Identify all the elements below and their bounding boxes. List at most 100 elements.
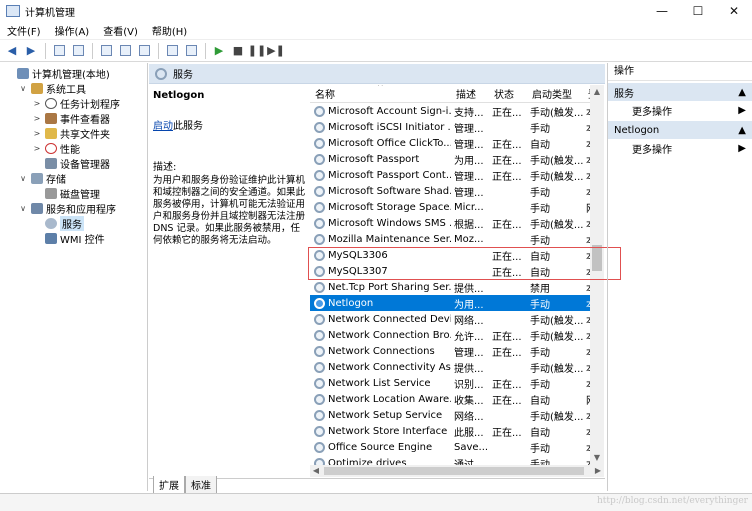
tree-shared-folders[interactable]: > 共享文件夹	[0, 126, 147, 141]
menu-file[interactable]: 文件(F)	[0, 23, 48, 38]
service-row[interactable]: Microsoft iSCSI Initiator ...管理...手动本	[310, 119, 604, 135]
service-row[interactable]: Microsoft Windows SMS ... 根据... 正在... 手动(触发…	[310, 215, 604, 231]
menu-help[interactable]: 帮助(H)	[145, 23, 194, 38]
close-button[interactable]: ✕	[716, 0, 752, 22]
tree-services-apps[interactable]: ∨ 服务和应用程序	[0, 201, 147, 216]
scroll-down-icon[interactable]: ▼	[590, 451, 604, 465]
service-gear-icon	[314, 329, 325, 341]
show-action-pane-icon[interactable]	[182, 42, 200, 60]
tree-disk-management[interactable]: 磁盘管理	[0, 186, 147, 201]
service-row[interactable]: Microsoft Storage Space...Micr...手动网	[310, 199, 604, 215]
pause-service-icon[interactable]: ❚❚	[248, 42, 266, 60]
service-row[interactable]: Office Source EngineSave...手动本	[310, 439, 604, 455]
service-name: Network Connectivity Ass...	[328, 361, 451, 373]
expand-toggle-icon[interactable]: ∨	[18, 84, 28, 93]
service-startup-type-cell: 手动(触发...	[530, 107, 583, 119]
minimize-button[interactable]: —	[644, 0, 680, 22]
tree-event-viewer[interactable]: > 事件查看器	[0, 111, 147, 126]
expand-toggle-icon[interactable]: ∨	[18, 204, 28, 213]
service-description-cell: 通过...	[454, 459, 484, 466]
service-name: Office Source Engine	[328, 441, 433, 453]
actions-section-netlogon[interactable]: Netlogon ▲	[608, 121, 752, 139]
tree-system-tools[interactable]: ∨ 系统工具	[0, 81, 147, 96]
tree-task-scheduler[interactable]: > 任务计划程序	[0, 96, 147, 111]
service-description-cell: 识别...	[454, 379, 484, 391]
service-name-cell: Network Connections	[310, 345, 451, 357]
forward-arrow-icon[interactable]: ▶	[22, 42, 40, 60]
service-row[interactable]: Network Connected Devi...网络...手动(触发...本	[310, 311, 604, 327]
collapse-up-icon[interactable]: ▲	[738, 87, 746, 98]
service-status-cell: 正在...	[492, 395, 522, 407]
service-status-cell: 正在...	[492, 155, 522, 167]
service-row[interactable]: Microsoft Passport为用...正在...手动(触发...本	[310, 151, 604, 167]
expand-toggle-icon[interactable]: >	[32, 144, 42, 153]
restart-service-icon[interactable]: ▶❚	[267, 42, 285, 60]
column-description[interactable]: 描述	[451, 86, 489, 101]
back-arrow-icon[interactable]: ◀	[3, 42, 21, 60]
service-status-cell: 正在...	[492, 427, 522, 439]
tree-performance[interactable]: > 性能	[0, 141, 147, 156]
service-row[interactable]: Network Connection Bro... 允许... 正在... 手动(触发…	[310, 327, 604, 343]
tab-extended[interactable]: 扩展	[153, 476, 185, 494]
scroll-left-icon[interactable]: ◀	[310, 465, 322, 477]
service-row[interactable]: Microsoft Account Sign-i... 支持... 正在... 手动(…	[310, 103, 604, 119]
tree-device-manager[interactable]: 设备管理器	[0, 156, 147, 171]
start-service-icon[interactable]: ▶	[210, 42, 228, 60]
stop-service-icon[interactable]: ■	[229, 42, 247, 60]
expand-toggle-icon[interactable]: >	[32, 99, 42, 108]
service-row[interactable]: Netlogon为用...手动本	[310, 295, 604, 311]
event-icon	[45, 113, 57, 124]
export-list-icon[interactable]	[135, 42, 153, 60]
service-name: Net.Tcp Port Sharing Ser...	[328, 281, 451, 293]
expand-toggle-icon[interactable]: >	[32, 129, 42, 138]
tree-services[interactable]: 服务	[0, 216, 147, 231]
scroll-up-icon[interactable]: ▲	[590, 85, 604, 99]
service-row[interactable]: Network Setup Service网络...手动(触发...本	[310, 407, 604, 423]
up-folder-icon[interactable]	[50, 42, 68, 60]
column-status[interactable]: 状态	[489, 86, 527, 101]
actions-section-services[interactable]: 服务 ▲	[608, 83, 752, 101]
service-startup-type-cell: 手动	[530, 235, 550, 247]
collapse-up-icon[interactable]: ▲	[738, 125, 746, 136]
service-row[interactable]: Network List Service识别...正在...手动本	[310, 375, 604, 391]
menu-action[interactable]: 操作(A)	[48, 23, 97, 38]
perf-icon	[45, 143, 57, 154]
tab-standard[interactable]: 标准	[185, 476, 217, 494]
service-row[interactable]: Network Connectivity Ass...提供... 手动(触发...…	[310, 359, 604, 375]
comp-icon	[17, 68, 29, 79]
service-row[interactable]: Network Connections管理...正在...手动本	[310, 343, 604, 359]
properties-icon[interactable]	[97, 42, 115, 60]
scroll-right-icon[interactable]: ▶	[592, 465, 604, 477]
service-row[interactable]: Optimize drives通过...手动本	[310, 455, 604, 465]
service-description-cell: 管理...	[454, 171, 484, 183]
service-row[interactable]: Microsoft Software Shad...管理...手动本	[310, 183, 604, 199]
service-row[interactable]: Mozilla Maintenance Ser...Moz...手动本	[310, 231, 604, 247]
service-row[interactable]: Network Store Interface ...此服...正在...自动本	[310, 423, 604, 439]
tree-wmi-control[interactable]: WMI 控件	[0, 231, 147, 246]
service-name: Microsoft Software Shad...	[328, 185, 451, 197]
column-startup-type[interactable]: 启动类型	[527, 86, 583, 101]
menu-view[interactable]: 查看(V)	[96, 23, 145, 38]
start-service-link[interactable]: 启动	[153, 121, 173, 132]
tree-computer-management[interactable]: 计算机管理(本地)	[0, 66, 147, 81]
show-tree-icon[interactable]	[69, 42, 87, 60]
tree-storage[interactable]: ∨ 存储	[0, 171, 147, 186]
horizontal-scrollbar[interactable]: ◀ ▶	[310, 465, 604, 477]
service-row[interactable]: Net.Tcp Port Sharing Ser...提供...禁用本	[310, 279, 604, 295]
service-row[interactable]: Microsoft Office ClickTo...管理...正在...自动本	[310, 135, 604, 151]
service-startup-type-cell: 自动	[530, 139, 550, 151]
service-row[interactable]: Microsoft Passport Cont... 管理... 正在... 手动(触…	[310, 167, 604, 183]
service-startup-type-cell: 手动(触发...	[530, 411, 583, 423]
more-actions-services[interactable]: 更多操作 ▶	[608, 101, 752, 119]
refresh-icon[interactable]	[116, 42, 134, 60]
expand-toggle-icon[interactable]: ∨	[18, 174, 28, 183]
expand-toggle-icon[interactable]: >	[32, 114, 42, 123]
column-header-row: ^ 名称 描述 状态 启动类型 登	[310, 85, 604, 103]
clock-icon	[45, 98, 57, 109]
horizontal-scroll-thumb[interactable]	[324, 467, 584, 475]
more-actions-netlogon[interactable]: 更多操作 ▶	[608, 139, 752, 157]
help-icon[interactable]	[163, 42, 181, 60]
service-name: Network Connections	[328, 345, 435, 357]
service-row[interactable]: Network Location Aware...收集...正在...自动网	[310, 391, 604, 407]
maximize-button[interactable]: ☐	[680, 0, 716, 22]
